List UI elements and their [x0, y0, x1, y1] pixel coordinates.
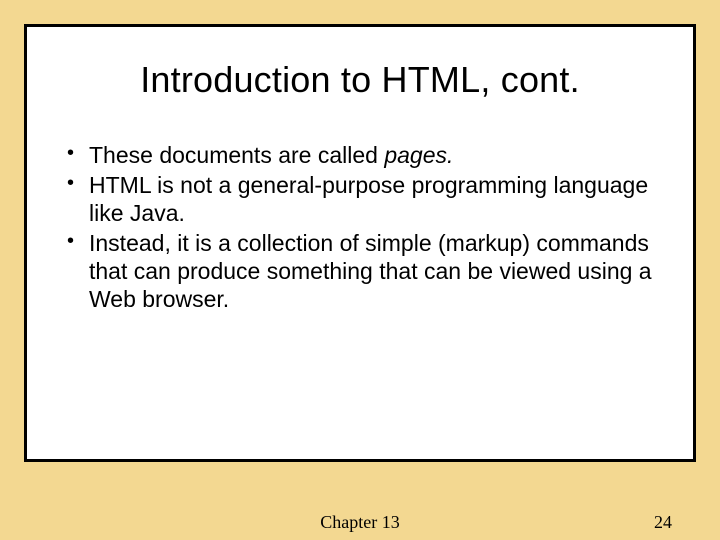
list-item: HTML is not a general-purpose programmin… [67, 171, 661, 227]
slide-content-frame: Introduction to HTML, cont. These docume… [24, 24, 696, 462]
footer-page-number: 24 [654, 512, 672, 533]
bullet-text: HTML is not a general-purpose programmin… [89, 172, 648, 226]
list-item: These documents are called pages. [67, 141, 661, 169]
bullet-text: These documents are called [89, 142, 384, 168]
bullet-text: Instead, it is a collection of simple (m… [89, 230, 652, 312]
bullet-list: These documents are called pages. HTML i… [59, 141, 661, 313]
slide-title: Introduction to HTML, cont. [59, 59, 661, 101]
list-item: Instead, it is a collection of simple (m… [67, 229, 661, 313]
footer-chapter: Chapter 13 [0, 512, 720, 533]
bullet-text-emphasis: pages. [384, 142, 453, 168]
